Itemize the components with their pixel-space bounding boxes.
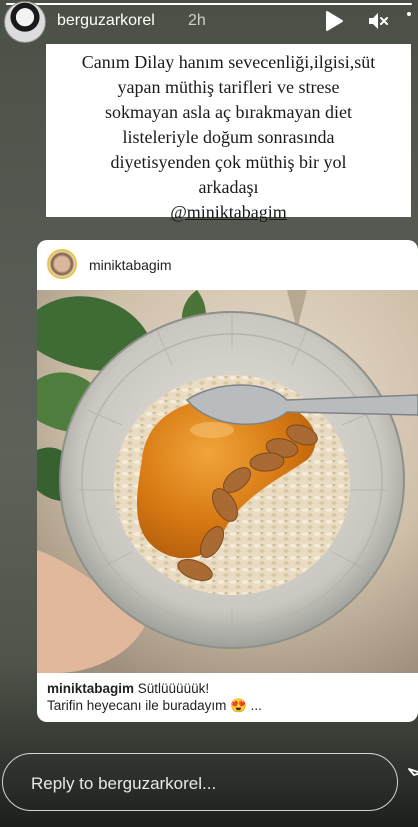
reply-placeholder: Reply to berguzarkorel... — [31, 774, 217, 793]
heart-eyes-emoji-icon: 😍 — [230, 698, 247, 713]
caption-line: listeleriyle doğum sonrasında — [122, 127, 335, 147]
story-caption: Canım Dilay hanım sevecenliği,ilgisi,süt… — [46, 44, 411, 225]
post-image[interactable] — [37, 290, 418, 673]
post-caption-username[interactable]: miniktabagim — [47, 681, 134, 696]
send-icon[interactable] — [408, 767, 418, 791]
post-avatar[interactable] — [47, 249, 77, 279]
post-caption: miniktabagim Sütlüüüüük! Tarifin heyecan… — [47, 680, 408, 714]
caption-mention-link[interactable]: @miniktabagim — [170, 202, 287, 222]
more-icon[interactable] — [397, 9, 418, 33]
post-caption-ellipsis: ... — [246, 698, 262, 713]
post-caption-text: Sütlüüüüük! — [134, 681, 210, 696]
post-caption-line2: Tarifin heyecanı ile buradayım — [47, 698, 231, 713]
caption-line: yapan müthiş tarifleri ve strese — [117, 77, 340, 97]
post-username[interactable]: miniktabagim — [89, 257, 171, 273]
post-header: miniktabagim — [37, 240, 418, 290]
play-icon[interactable] — [322, 9, 346, 33]
caption-line: Canım Dilay hanım sevecenliği,ilgisi,süt — [81, 52, 376, 72]
caption-line: sokmayan asla aç bırakmayan diet — [105, 102, 352, 122]
caption-line: arkadaşı — [198, 177, 259, 197]
story-username[interactable]: berguzarkorel — [57, 12, 155, 30]
story-caption-box: Canım Dilay hanım sevecenliği,ilgisi,süt… — [46, 44, 411, 222]
story-header: berguzarkorel 2h — [0, 0, 418, 44]
story-timestamp: 2h — [188, 12, 206, 29]
caption-line: diyetisyenden çok müthiş bir yol — [110, 152, 347, 172]
speaker-muted-icon[interactable] — [366, 9, 390, 33]
shared-post-card[interactable]: miniktabagim miniktabagim Sütlüüüüük! Ta… — [37, 240, 418, 722]
avatar[interactable] — [4, 1, 46, 43]
reply-input[interactable]: Reply to berguzarkorel... — [2, 753, 398, 811]
